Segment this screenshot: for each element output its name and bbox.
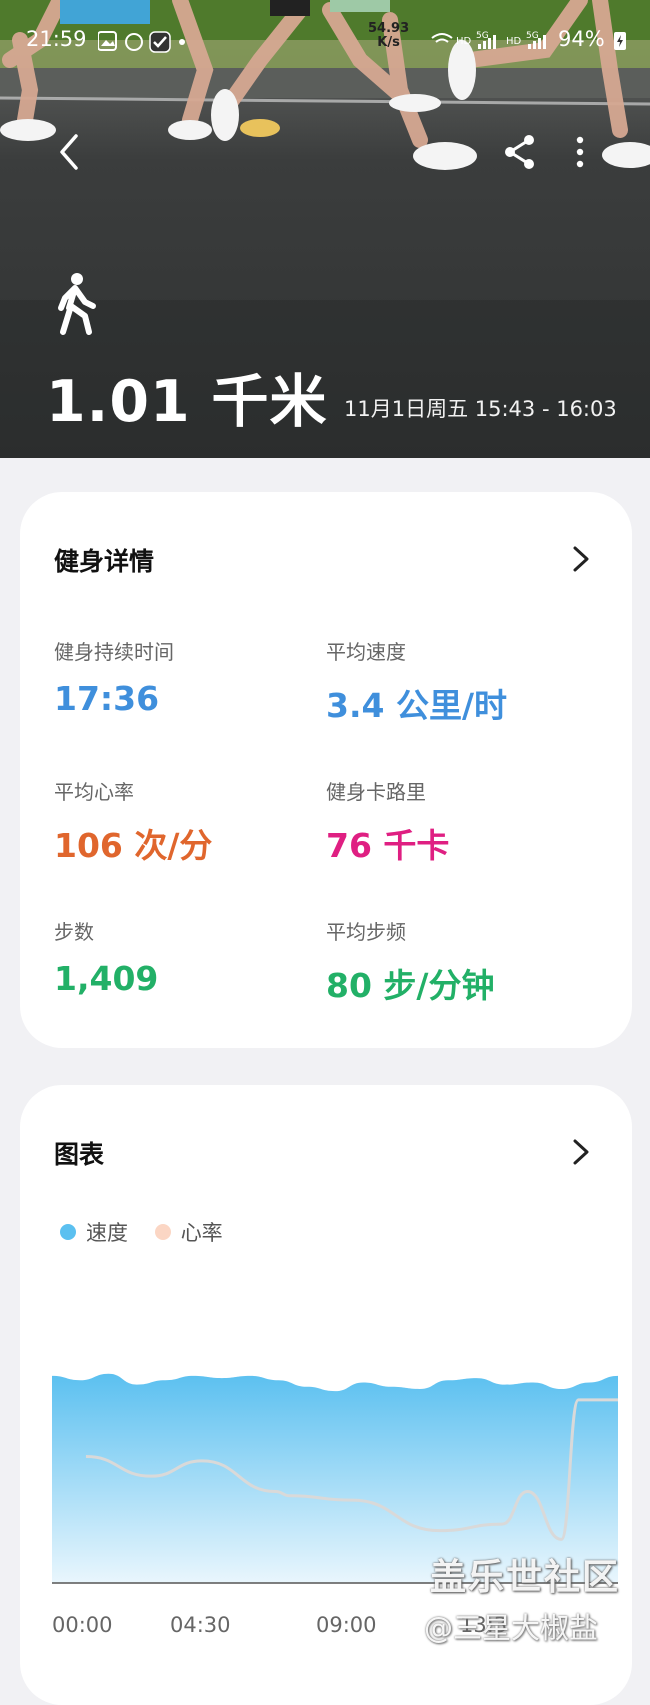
legend-dot-icon xyxy=(60,1224,76,1240)
share-icon[interactable] xyxy=(500,130,540,174)
stat-value: 76 千卡 xyxy=(326,826,450,865)
stat-label: 健身持续时间 xyxy=(54,640,174,664)
chart-legend: 速度 心率 xyxy=(60,1217,243,1247)
status-time: 21:59 xyxy=(26,27,87,51)
stat-steps: 步数 1,409 xyxy=(54,916,158,998)
chevron-right-icon[interactable] xyxy=(566,1135,596,1169)
stat-avg-speed: 平均速度 3.4 公里/时 xyxy=(326,636,507,727)
stat-label: 健身卡路里 xyxy=(326,780,426,804)
stat-label: 步数 xyxy=(54,920,94,944)
chart-card-title: 图表 xyxy=(54,1140,105,1169)
workout-time-range: 11月1日周五 15:43 - 16:03 xyxy=(344,397,617,421)
stat-avg-cadence: 平均步频 80 步/分钟 xyxy=(326,916,494,1007)
details-card-title: 健身详情 xyxy=(54,547,155,576)
5g-label-2: 5G xyxy=(526,31,539,41)
status-bar: 21:59 54.93 K/s HD 5G HD 5G 94% xyxy=(0,0,650,80)
stat-label: 平均心率 xyxy=(54,780,134,804)
stat-value: 80 步/分钟 xyxy=(326,966,495,1005)
stat-value: 1,409 xyxy=(54,959,159,998)
total-distance: 1.01 千米 xyxy=(46,369,328,435)
net-speed-value: 54.93 xyxy=(368,21,410,36)
x-tick-label: 04:30 xyxy=(170,1613,231,1637)
watermark-author: @三星大椒盐 xyxy=(424,1611,599,1645)
stat-label: 平均步频 xyxy=(326,920,406,944)
net-speed-unit: K/s xyxy=(377,35,400,50)
stat-value: 3.4 公里/时 xyxy=(326,686,508,725)
legend-label: 速度 xyxy=(86,1221,128,1245)
5g-label: 5G xyxy=(476,31,489,41)
stat-calories: 健身卡路里 76 千卡 xyxy=(326,776,449,867)
stat-avg-heart-rate: 平均心率 106 次/分 xyxy=(54,776,212,867)
x-tick-label: 09:00 xyxy=(316,1613,377,1637)
notification-icons xyxy=(98,31,185,53)
battery-percent: 94% xyxy=(558,27,605,51)
legend-label: 心率 xyxy=(180,1221,223,1245)
workout-details-card: 健身详情 健身持续时间 17:36 平均速度 3.4 公里/时 平均心率 106… xyxy=(20,492,632,1048)
stat-duration: 健身持续时间 17:36 xyxy=(54,636,174,718)
x-tick-label: 00:00 xyxy=(52,1613,113,1637)
stat-value: 106 次/分 xyxy=(54,826,213,865)
legend-item-speed[interactable]: 速度 xyxy=(60,1217,128,1247)
stat-label: 平均速度 xyxy=(326,640,406,664)
walking-person-icon xyxy=(58,273,96,335)
dot-icon xyxy=(179,39,185,45)
watermark-community: 盖乐世社区 xyxy=(430,1557,621,1598)
hd-label-2: HD xyxy=(506,36,522,47)
legend-item-heart-rate[interactable]: 心率 xyxy=(154,1217,223,1247)
network-speed: 54.93 K/s xyxy=(368,22,409,50)
hero-banner: 21:59 54.93 K/s HD 5G HD 5G 94% 1.01 千米 … xyxy=(0,0,650,458)
legend-dot-icon xyxy=(154,1224,171,1240)
wifi-icon xyxy=(431,33,453,43)
battery-charging-icon xyxy=(614,32,626,50)
more-options-icon[interactable] xyxy=(562,130,598,174)
hd-label: HD xyxy=(456,36,472,47)
back-arrow-icon[interactable] xyxy=(50,130,90,174)
app-icon xyxy=(125,33,143,51)
stat-value: 17:36 xyxy=(54,679,160,718)
chevron-right-icon[interactable] xyxy=(566,542,596,576)
